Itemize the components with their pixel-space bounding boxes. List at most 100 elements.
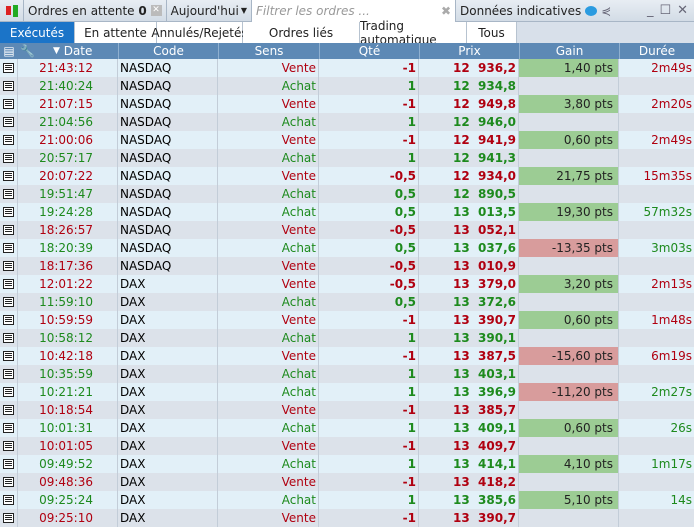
order-detail-cell[interactable] <box>0 257 18 275</box>
table-row[interactable]: 21:04:56 NASDAQ Achat 1 12 946,0 <box>0 113 694 131</box>
document-icon[interactable]: ▤ <box>0 43 18 59</box>
wrench-icon[interactable]: 🔧 <box>20 44 35 58</box>
table-row[interactable]: 21:07:15 NASDAQ Vente -1 12 949,8 3,80 pts 2m2… <box>0 95 694 113</box>
order-detail-cell[interactable] <box>0 275 18 293</box>
order-detail-cell[interactable] <box>0 113 18 131</box>
order-detail-cell[interactable] <box>0 239 18 257</box>
order-detail-cell[interactable] <box>0 365 18 383</box>
table-row[interactable]: 10:21:21 DAX Achat 1 13 396,9 -11,20 pts 2m27s <box>0 383 694 401</box>
table-row[interactable]: 21:40:24 NASDAQ Achat 1 12 934,8 <box>0 77 694 95</box>
speech-bubble-icon[interactable] <box>585 5 598 16</box>
table-row[interactable]: 21:00:06 NASDAQ Vente -1 12 941,9 0,60 pts 2m4… <box>0 131 694 149</box>
tab-ordres-lies[interactable]: Ordres liés <box>243 22 360 43</box>
document-icon[interactable] <box>3 171 14 181</box>
document-icon[interactable] <box>3 279 14 289</box>
table-row[interactable]: 18:17:36 NASDAQ Vente -0,5 13 010,9 <box>0 257 694 275</box>
document-icon[interactable] <box>3 477 14 487</box>
table-row[interactable]: 09:48:36 DAX Vente -1 13 418,2 <box>0 473 694 491</box>
document-icon[interactable] <box>3 153 14 163</box>
tab-executes[interactable]: Exécutés <box>0 22 75 43</box>
pending-orders[interactable]: Ordres en attente 0 ✕ <box>24 0 167 22</box>
order-detail-cell[interactable] <box>0 491 18 509</box>
order-detail-cell[interactable] <box>0 131 18 149</box>
order-detail-cell[interactable] <box>0 329 18 347</box>
order-detail-cell[interactable] <box>0 401 18 419</box>
table-row[interactable]: 09:25:10 DAX Vente -1 13 390,7 <box>0 509 694 527</box>
table-row[interactable]: 11:59:10 DAX Achat 0,5 13 372,6 <box>0 293 694 311</box>
order-detail-cell[interactable] <box>0 455 18 473</box>
column-date[interactable]: 🔧 ▼ Date <box>18 43 118 59</box>
period-dropdown[interactable]: Aujourd'hui ▼ <box>167 0 252 22</box>
minimize-icon[interactable]: _ <box>647 3 654 18</box>
order-detail-cell[interactable] <box>0 437 18 455</box>
table-row[interactable]: 18:20:39 NASDAQ Achat 0,5 13 037,6 -13,35 pts… <box>0 239 694 257</box>
share-icon[interactable]: ⋞ <box>601 4 611 18</box>
table-row[interactable]: 10:01:05 DAX Vente -1 13 409,7 <box>0 437 694 455</box>
document-icon[interactable] <box>3 495 14 505</box>
document-icon[interactable] <box>3 351 14 361</box>
clear-filter-icon[interactable]: ✖ <box>441 4 451 18</box>
order-detail-cell[interactable] <box>0 95 18 113</box>
document-icon[interactable] <box>3 243 14 253</box>
order-detail-cell[interactable] <box>0 77 18 95</box>
column-prix[interactable]: Prix <box>419 43 519 59</box>
column-sens[interactable]: Sens <box>218 43 319 59</box>
table-row[interactable]: 09:49:52 DAX Achat 1 13 414,1 4,10 pts 1m17s <box>0 455 694 473</box>
document-icon[interactable] <box>3 225 14 235</box>
tab-en-attente[interactable]: En attente <box>75 22 157 43</box>
order-detail-cell[interactable] <box>0 203 18 221</box>
document-icon[interactable] <box>3 315 14 325</box>
document-icon[interactable] <box>3 207 14 217</box>
document-icon[interactable] <box>3 513 14 523</box>
table-row[interactable]: 10:42:18 DAX Vente -1 13 387,5 -15,60 pts 6m19… <box>0 347 694 365</box>
column-gain[interactable]: Gain <box>519 43 619 59</box>
document-icon[interactable] <box>3 189 14 199</box>
order-detail-cell[interactable] <box>0 293 18 311</box>
table-row[interactable]: 21:43:12 NASDAQ Vente -1 12 936,2 1,40 pts 2m4… <box>0 59 694 77</box>
table-row[interactable]: 10:01:31 DAX Achat 1 13 409,1 0,60 pts 26s <box>0 419 694 437</box>
close-icon[interactable]: ✕ <box>677 3 688 18</box>
table-row[interactable]: 19:24:28 NASDAQ Achat 0,5 13 013,5 19,30 pts 5… <box>0 203 694 221</box>
table-row[interactable]: 19:51:47 NASDAQ Achat 0,5 12 890,5 <box>0 185 694 203</box>
order-detail-cell[interactable] <box>0 509 18 527</box>
column-code[interactable]: Code <box>118 43 218 59</box>
document-icon[interactable] <box>3 441 14 451</box>
document-icon[interactable] <box>3 135 14 145</box>
order-detail-cell[interactable] <box>0 473 18 491</box>
order-detail-cell[interactable] <box>0 221 18 239</box>
document-icon[interactable] <box>3 297 14 307</box>
table-row[interactable]: 12:01:22 DAX Vente -0,5 13 379,0 3,20 pts 2m13… <box>0 275 694 293</box>
tab-tous[interactable]: Tous <box>467 22 517 43</box>
candlestick-icon[interactable] <box>0 0 24 22</box>
order-detail-cell[interactable] <box>0 59 18 77</box>
tab-trading-automatique[interactable]: Trading automatique <box>360 19 467 47</box>
order-detail-cell[interactable] <box>0 383 18 401</box>
document-icon[interactable] <box>3 81 14 91</box>
table-row[interactable]: 10:58:12 DAX Achat 1 13 390,1 <box>0 329 694 347</box>
document-icon[interactable] <box>3 369 14 379</box>
order-detail-cell[interactable] <box>0 167 18 185</box>
order-detail-cell[interactable] <box>0 347 18 365</box>
table-row[interactable]: 10:18:54 DAX Vente -1 13 385,7 <box>0 401 694 419</box>
clear-icon[interactable]: ✕ <box>150 5 162 16</box>
table-row[interactable]: 20:07:22 NASDAQ Vente -0,5 12 934,0 21,75 pts… <box>0 167 694 185</box>
order-detail-cell[interactable] <box>0 185 18 203</box>
document-icon[interactable] <box>3 459 14 469</box>
table-row[interactable]: 10:35:59 DAX Achat 1 13 403,1 <box>0 365 694 383</box>
maximize-icon[interactable]: ☐ <box>659 3 671 18</box>
document-icon[interactable] <box>3 333 14 343</box>
table-row[interactable]: 20:57:17 NASDAQ Achat 1 12 941,3 <box>0 149 694 167</box>
document-icon[interactable] <box>3 63 14 73</box>
document-icon[interactable] <box>3 423 14 433</box>
document-icon[interactable] <box>3 387 14 397</box>
table-row[interactable]: 09:25:24 DAX Achat 1 13 385,6 5,10 pts 14s <box>0 491 694 509</box>
column-qte[interactable]: Qté <box>319 43 419 59</box>
order-detail-cell[interactable] <box>0 311 18 329</box>
order-detail-cell[interactable] <box>0 419 18 437</box>
table-row[interactable]: 10:59:59 DAX Vente -1 13 390,7 0,60 pts 1m48s <box>0 311 694 329</box>
document-icon[interactable] <box>3 99 14 109</box>
document-icon[interactable] <box>3 405 14 415</box>
document-icon[interactable] <box>3 261 14 271</box>
document-icon[interactable] <box>3 117 14 127</box>
order-detail-cell[interactable] <box>0 149 18 167</box>
